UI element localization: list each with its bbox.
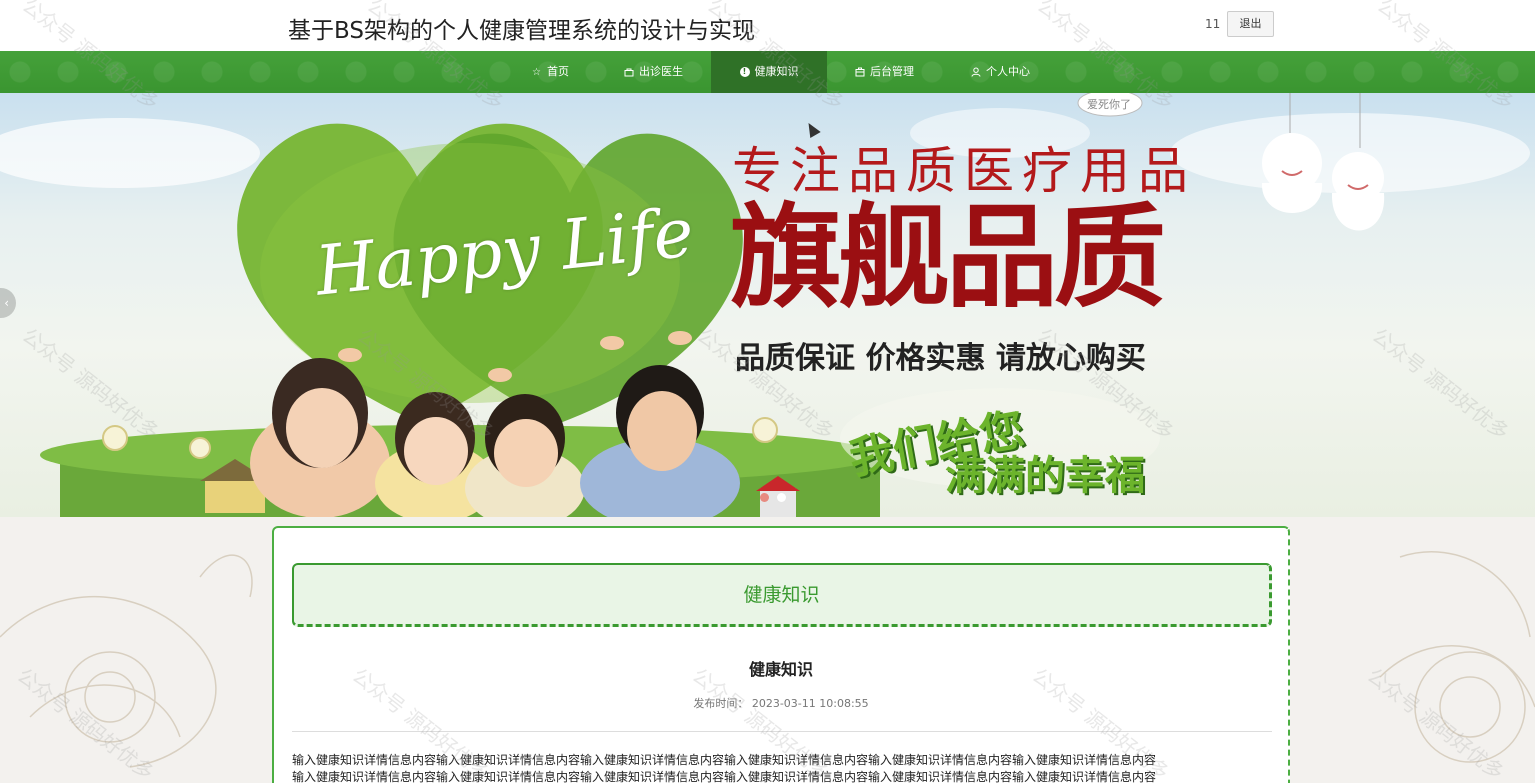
article-body-line: 输入健康知识详情信息内容输入健康知识详情信息内容输入健康知识详情信息内容输入健康… [292, 753, 1157, 767]
banner-headline-big: 旗舰品质 [730, 193, 1166, 323]
info-icon: ! [739, 67, 750, 77]
nav-item-health-knowledge[interactable]: ! 健康知识 [711, 51, 827, 93]
banner-slogan-line2: 满满的幸福 [945, 453, 1145, 499]
logout-button[interactable]: 退出 [1227, 11, 1274, 37]
publish-time: 2023-03-11 10:08:55 [751, 697, 869, 710]
bag-icon [623, 67, 634, 78]
nav-item-label: 出诊医生 [639, 65, 683, 78]
user-icon [970, 67, 981, 78]
nav-item-admin[interactable]: 后台管理 [840, 51, 928, 93]
site-header: 基于BS架构的个人健康管理系统的设计与实现 11 退出 [0, 0, 1535, 51]
article-title: 健康知识 [748, 660, 813, 679]
article-body-line: 输入健康知识详情信息内容输入健康知识详情信息内容输入健康知识详情信息内容输入健康… [292, 770, 1157, 783]
section-title: 健康知识 [743, 584, 820, 606]
slider-dot-2[interactable] [777, 493, 786, 502]
nav-item-home[interactable]: ☆ 首页 [518, 51, 582, 93]
publish-info: 发布时间： 2023-03-11 10:08:55 [274, 695, 1288, 711]
main-nav: ☆ 首页 出诊医生 ! 健康知识 后台管理 个人中心 [0, 51, 1535, 93]
section-title-box: 健康知识 [292, 563, 1272, 627]
nav-item-doctors[interactable]: 出诊医生 [608, 51, 698, 93]
slider-dot-1[interactable] [760, 493, 769, 502]
current-user-name[interactable]: 11 [1205, 17, 1220, 31]
nav-item-label: 健康知识 [754, 65, 799, 78]
nav-item-label: 后台管理 [870, 65, 914, 78]
nav-item-profile[interactable]: 个人中心 [956, 51, 1044, 93]
article-body: 输入健康知识详情信息内容输入健康知识详情信息内容输入健康知识详情信息内容输入健康… [292, 752, 1272, 783]
site-title: 基于BS架构的个人健康管理系统的设计与实现 [288, 18, 755, 44]
content-card: 健康知识 健康知识 发布时间： 2023-03-11 10:08:55 输入健康… [272, 526, 1290, 783]
banner-subline: 品质保证 价格实惠 请放心购买 [735, 341, 1146, 376]
hero-banner[interactable]: Happy Life 爱死你了 专注品质医疗用品 旗舰品质 品质保证 价格实惠 … [0, 93, 1535, 517]
banner-cloud-text: 爱死你了 [1087, 98, 1131, 111]
publish-label: 发布时间： [693, 697, 749, 710]
nav-item-label: 个人中心 [986, 65, 1030, 78]
nav-item-label: 首页 [547, 65, 569, 78]
briefcase-icon [854, 67, 865, 78]
star-icon: ☆ [532, 66, 541, 78]
divider [292, 731, 1272, 732]
